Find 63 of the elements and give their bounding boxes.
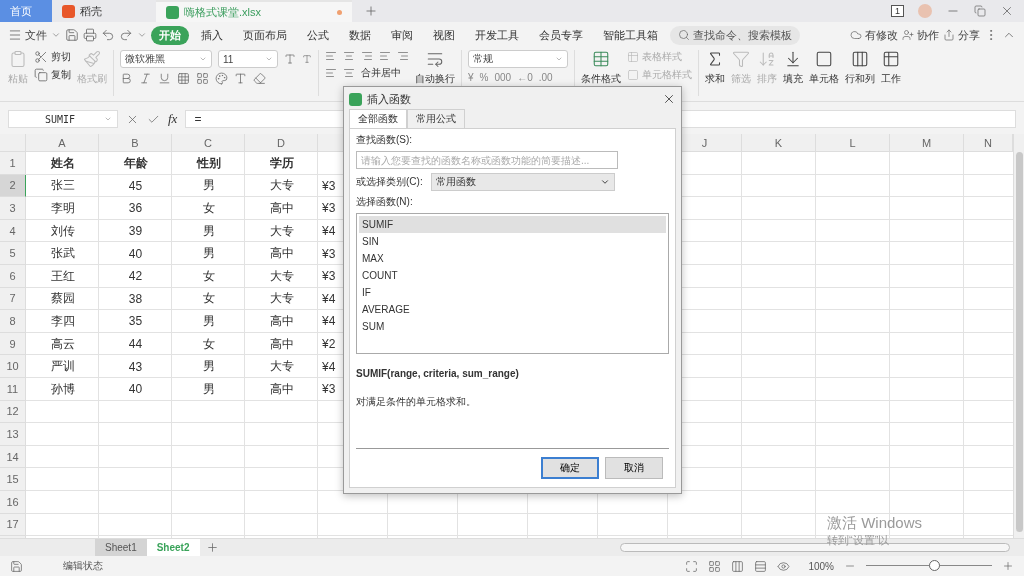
table-cell-text: 刘传: [49, 222, 76, 240]
table-cell-text: 40: [127, 245, 144, 263]
table-cell: ¥4: [322, 314, 336, 329]
table-cell-text: 孙博: [49, 380, 76, 398]
table-cell-text: 张三: [49, 177, 76, 195]
table-cell-text: 张武: [49, 245, 76, 263]
table-cell: ¥4: [322, 359, 336, 374]
table-cell-text: 44: [127, 336, 144, 354]
table-cell-text: 男: [201, 177, 216, 195]
table-cell-text: 大专: [268, 177, 295, 195]
activation-notice: 激活 Windows: [827, 514, 923, 533]
table-cell: ¥3: [322, 382, 336, 397]
table-cell-text: 高云: [49, 335, 76, 353]
table-cell-text: 女: [201, 335, 216, 353]
table-cell-text: 男: [201, 245, 216, 263]
table-cell-text: 李四: [49, 312, 76, 330]
table-cell-text: 男: [201, 380, 216, 398]
field-label: 选择函数(N):: [356, 195, 414, 209]
table-cell-text: 蔡园: [49, 290, 76, 308]
table-cell-text: 40: [127, 381, 144, 399]
header-cell-text: 姓名: [49, 154, 76, 172]
table-cell: ¥3: [322, 178, 336, 193]
table-cell-text: 35: [127, 313, 144, 331]
function-signature: SUMIF(range, criteria, sum_range): [356, 368, 520, 379]
table-cell-text: 高中: [268, 200, 295, 217]
table-cell-text: 女: [201, 290, 216, 308]
table-cell: ¥3: [322, 269, 336, 284]
header-cell-text: 年龄: [122, 154, 149, 172]
table-cell-text: 大专: [268, 358, 295, 376]
table-cell-text: 大专: [268, 222, 295, 240]
table-cell-text: 45: [127, 177, 144, 195]
table-cell: ¥3: [322, 201, 336, 216]
table-cell-text: 女: [201, 200, 216, 217]
table-cell-text: 严训: [49, 358, 76, 376]
field-label: 查找函数(S):: [356, 133, 414, 147]
table-cell: ¥3: [322, 246, 336, 261]
status-text: 编辑状态: [63, 559, 103, 573]
table-cell: ¥2: [322, 337, 336, 352]
table-cell-text: 女: [201, 267, 216, 285]
table-cell-text: 高中: [268, 312, 295, 330]
table-cell-text: 43: [127, 358, 144, 376]
table-cell-text: 高中: [268, 380, 295, 398]
table-cell-text: 男: [201, 312, 216, 330]
table-cell-text: 39: [127, 223, 144, 241]
field-label: 或选择类别(C):: [356, 175, 423, 189]
table-cell-text: 大专: [268, 290, 295, 308]
table-cell-text: 男: [201, 222, 216, 240]
dialog-title: 插入函数: [367, 91, 411, 107]
table-cell-text: 36: [127, 200, 144, 218]
table-cell: ¥4: [322, 291, 336, 306]
header-cell-text: 学历: [268, 154, 295, 172]
table-cell-text: 38: [127, 290, 144, 308]
table-cell-text: 男: [201, 358, 216, 376]
function-description: 对满足条件的单元格求和。: [356, 395, 477, 409]
table-cell: ¥4: [322, 224, 336, 239]
table-cell-text: 高中: [268, 335, 295, 353]
table-cell-text: 高中: [268, 245, 295, 263]
table-cell-text: 李明: [49, 200, 76, 217]
header-cell-text: 性别: [195, 154, 222, 172]
table-cell-text: 王红: [49, 267, 76, 285]
table-cell-text: 42: [127, 268, 144, 286]
activation-notice: 转到“设置”以: [827, 533, 891, 548]
table-cell-text: 大专: [268, 267, 295, 285]
